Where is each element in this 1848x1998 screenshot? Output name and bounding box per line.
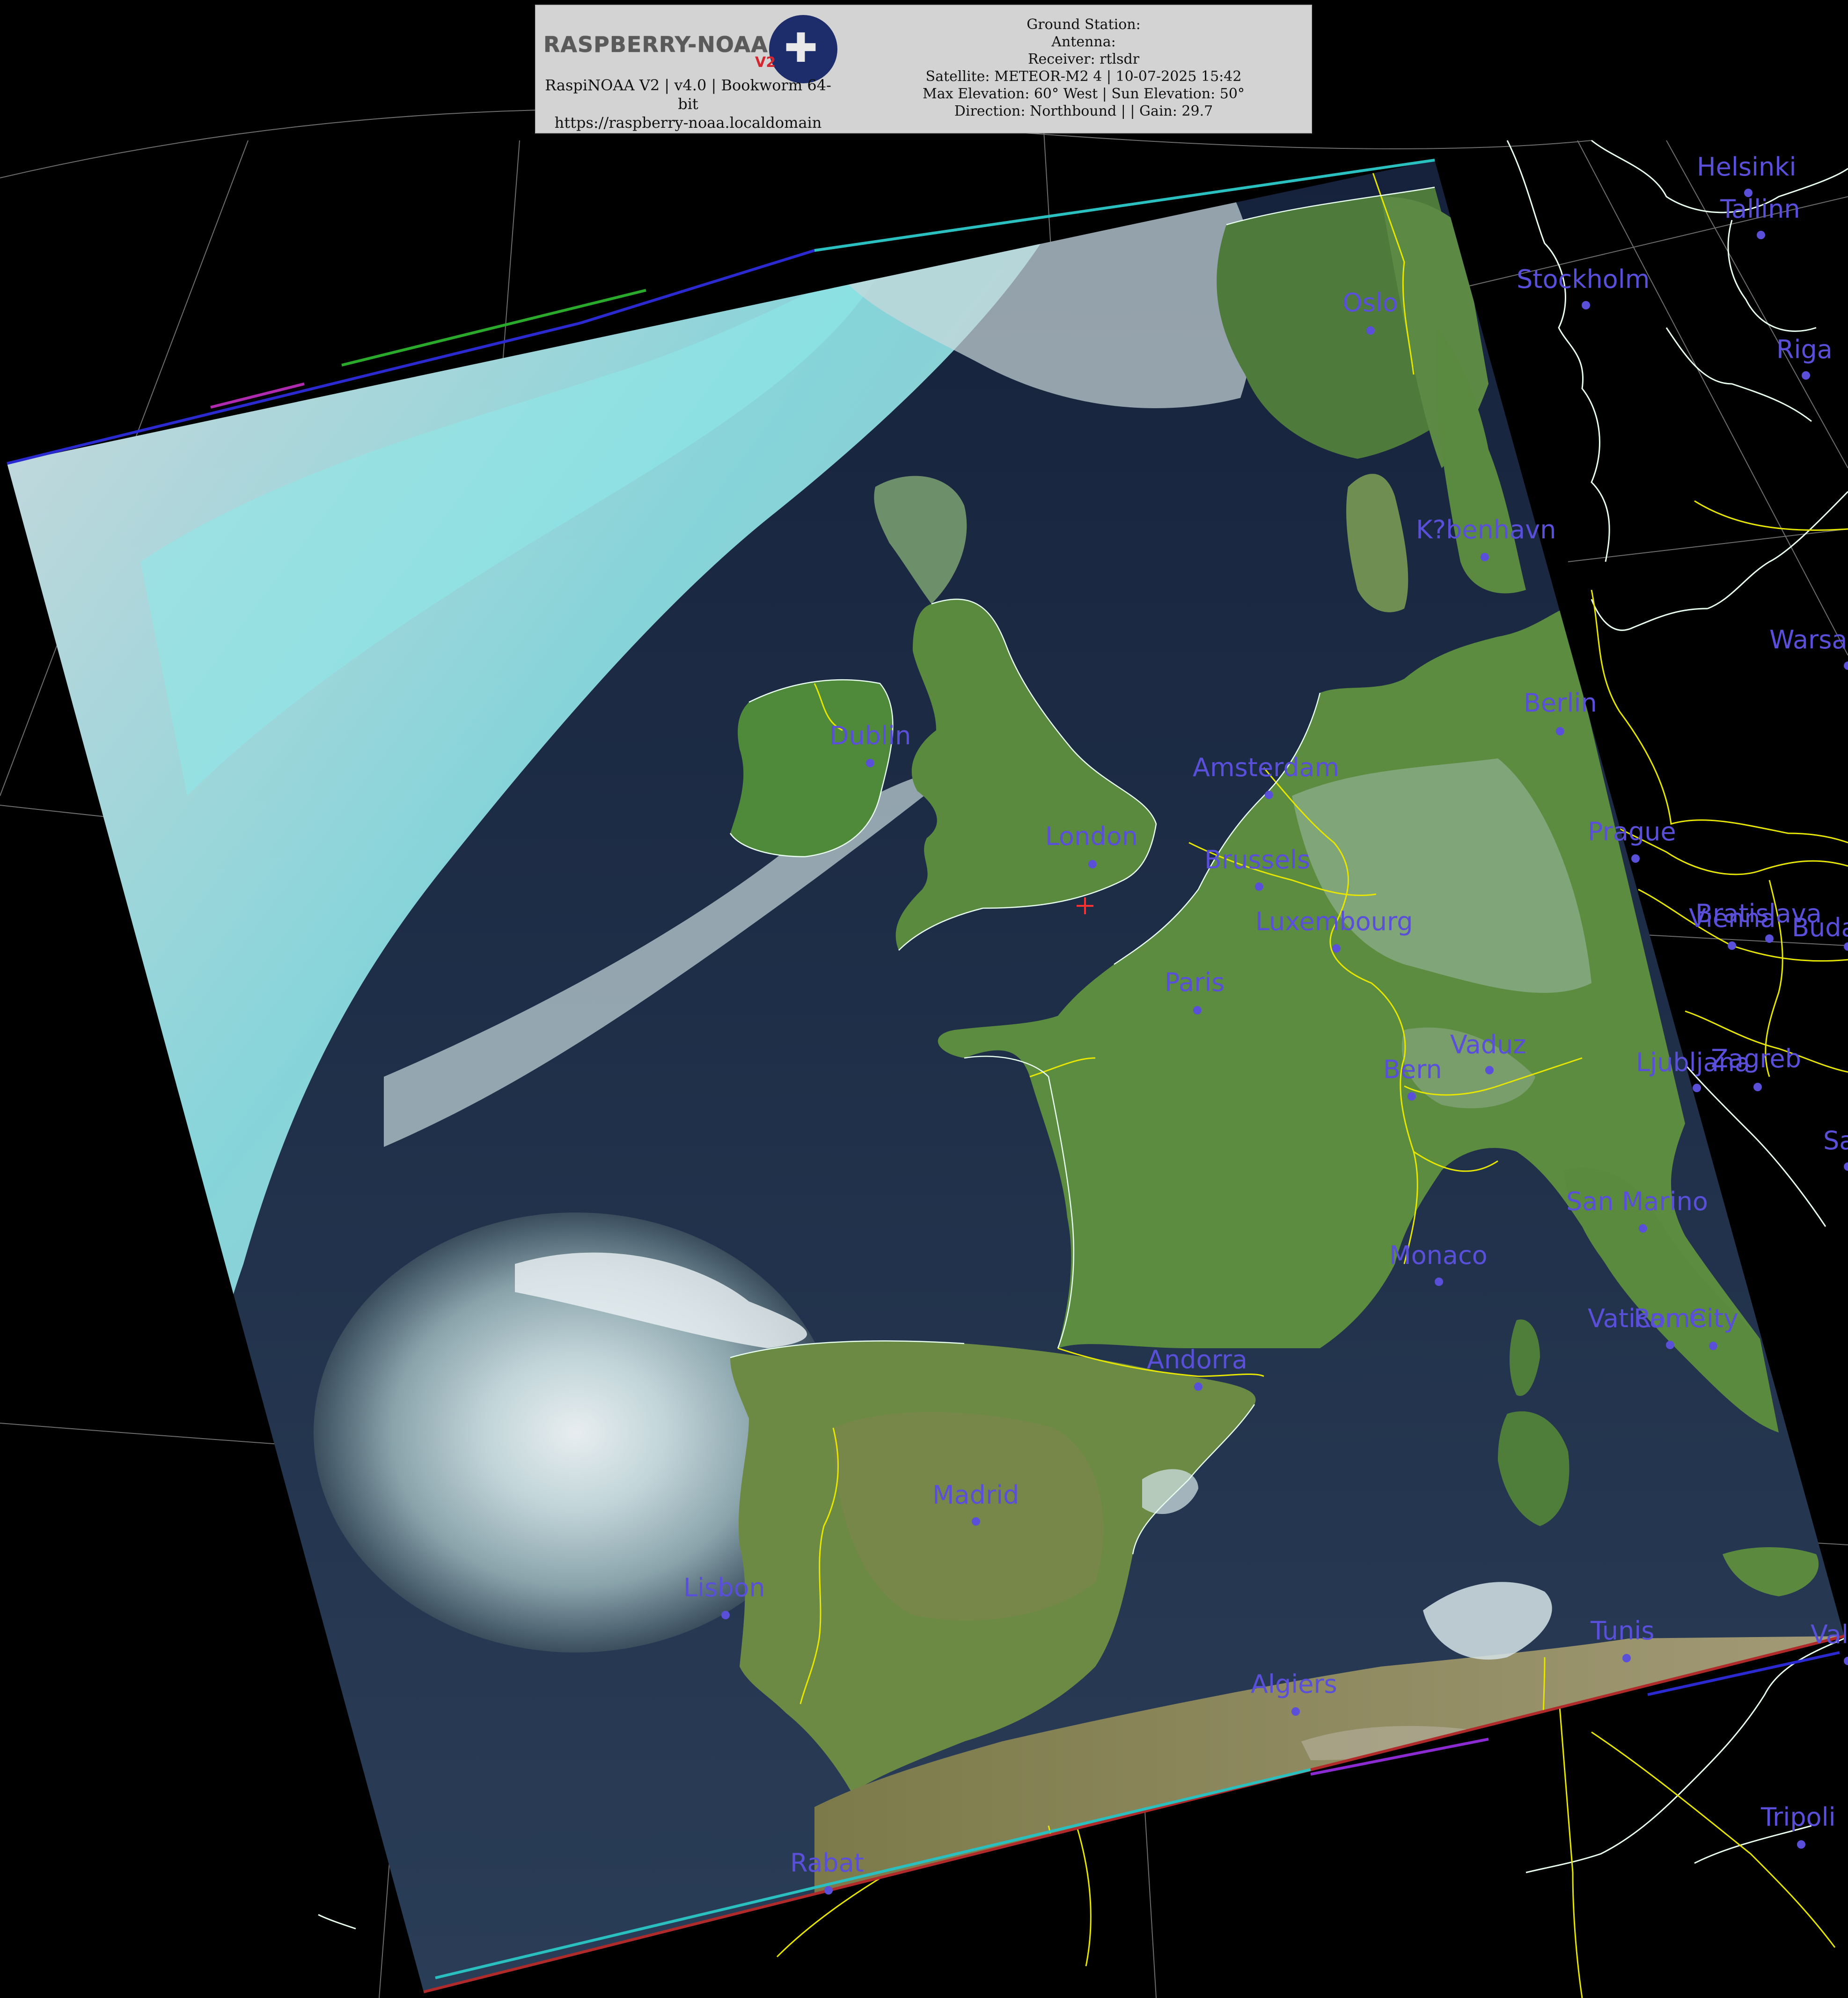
elevation-line: Max Elevation: 60° West | Sun Elevation:… [923,86,1245,102]
city-dot [1802,371,1810,380]
city-label: Monaco [1389,1241,1488,1270]
city-dot [1666,1341,1674,1349]
city-marker: Helsinki [1697,152,1796,197]
city-label: Rome [1634,1304,1706,1333]
city-label: Luxembourg [1255,907,1413,936]
city-dot [1332,944,1341,953]
receiver-line: Receiver: rtlsdr [1027,51,1140,67]
city-label: Oslo [1342,288,1398,317]
city-dot [1844,1162,1848,1171]
city-dot [1639,1224,1647,1233]
city-label: Stockholm [1517,264,1650,294]
pass-info: Ground Station: Antenna: Receiver: rtlsd… [859,16,1308,120]
city-dot [1844,661,1848,670]
city-dot [1844,942,1848,951]
city-dot [1797,1840,1805,1849]
city-dot [1709,1342,1717,1350]
city-dot [721,1611,730,1619]
city-dot [1485,1066,1494,1074]
city-label: Warsa [1769,625,1847,654]
city-dot [1844,1657,1848,1665]
city-dot [1556,727,1564,735]
city-dot [1622,1654,1631,1662]
city-label: San Marino [1566,1187,1708,1216]
city-dot [1265,791,1273,799]
city-label: Brussels [1204,845,1310,874]
city-dot [1193,1006,1202,1014]
city-dot [1481,553,1489,561]
city-dot [1088,860,1097,868]
city-dot [1582,301,1590,309]
city-marker: Vienna [1689,904,1776,950]
city-label: Paris [1165,968,1225,997]
city-label: Dublin [829,721,911,750]
city-marker: Tripoli [1760,1802,1836,1849]
city-label: Tripoli [1760,1802,1836,1832]
city-label: Lisbon [683,1573,765,1602]
city-dot [1693,1084,1701,1092]
city-label: Madrid [932,1480,1019,1510]
city-marker: Riga [1776,335,1833,380]
city-dot [1765,934,1774,943]
city-label: Berlin [1524,688,1597,718]
logo-version: V2 [755,54,776,71]
city-dot [1631,854,1640,863]
app-url: https://raspberry-noaa.localdomain [554,114,822,132]
city-label: Buda [1792,913,1848,942]
city-label: Zagreb [1711,1044,1801,1073]
city-dot [1728,941,1736,950]
ground-station-line: Ground Station: [1027,16,1141,33]
app-version-line: RaspiNOAA V2 | v4.0 | Bookworm 64-bit [545,76,831,113]
city-dot [972,1517,980,1526]
city-label: Tallinn [1720,194,1800,224]
city-label: Vallet [1811,1620,1848,1649]
city-dot [824,1886,833,1895]
logo-text: RASPBERRY-NOAA [543,32,768,57]
raspberry-noaa-logo: ✚ RASPBERRY-NOAA V2 [541,9,840,83]
city-marker: Sa [1823,1126,1848,1171]
city-label: London [1045,822,1138,851]
satellite-icon: ✚ [784,25,818,72]
city-dot [1291,1707,1300,1716]
city-label: Sa [1823,1126,1848,1155]
city-dot [1194,1382,1203,1391]
city-marker: Zagreb [1711,1044,1801,1091]
city-dot [1366,326,1375,335]
city-label: Helsinki [1697,152,1796,182]
city-label: Rabat [790,1848,864,1878]
city-label: Vienna [1689,904,1776,933]
city-label: Amsterdam [1193,753,1339,782]
city-label: K?benhavn [1416,515,1556,544]
city-label: Algiers [1251,1669,1337,1699]
city-dot [866,759,874,767]
city-label: Tunis [1590,1616,1654,1645]
city-label: Bern [1383,1055,1442,1084]
city-label: Vaduz [1450,1030,1526,1059]
city-marker: Warsa [1769,625,1848,670]
city-dot [1408,1092,1416,1101]
satellite-line: Satellite: METEOR-M2 4 | 10-07-2025 15:4… [925,68,1242,85]
city-label: Prague [1588,817,1676,846]
satellite-swath [7,160,1844,1992]
city-dot [1753,1083,1762,1091]
city-marker: Tallinn [1720,194,1800,239]
city-dot [1757,231,1765,239]
antenna-line: Antenna: [1051,34,1116,50]
city-dot [1255,882,1263,891]
city-label: Andorra [1147,1345,1247,1374]
direction-line: Direction: Northbound | | Gain: 29.7 [954,103,1213,119]
satellite-map: Helsinki Tallinn Stockholm Oslo Riga K?benhav… [0,109,1848,1998]
app-info: RaspiNOAA V2 | v4.0 | Bookworm 64-bit ht… [536,76,840,132]
info-header: ✚ RASPBERRY-NOAA V2 RaspiNOAA V2 | v4.0 … [535,5,1312,133]
city-marker: Stockholm [1517,264,1650,309]
city-dot [1435,1278,1443,1286]
city-label: Riga [1776,335,1833,364]
